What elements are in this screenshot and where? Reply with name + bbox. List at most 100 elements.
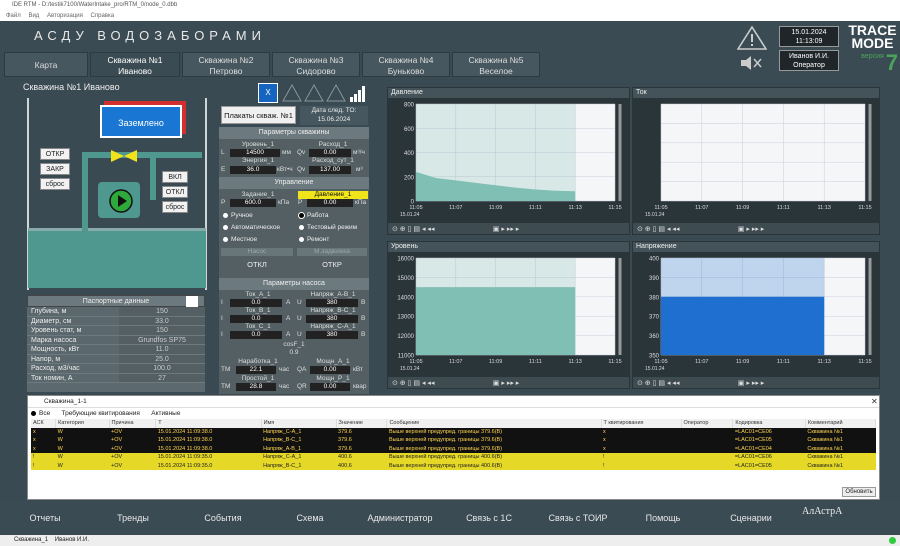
tab-well-2[interactable]: Скважина №2 Петрово <box>182 52 270 77</box>
column-header[interactable]: Значение <box>336 419 388 428</box>
column-header[interactable]: Сообщение <box>386 419 602 428</box>
x-tick-label: 11:07 <box>695 359 708 365</box>
print-icon[interactable] <box>186 296 198 307</box>
menu-auth[interactable]: Авторизация <box>47 13 83 19</box>
tab-well-3[interactable]: Скважина №3 Сидорово <box>272 52 360 77</box>
current-c-value: 0.0 <box>230 331 282 339</box>
column-header[interactable]: Т квитирования <box>601 419 682 428</box>
column-header[interactable]: Категория <box>55 419 110 428</box>
column-header[interactable]: Оператор <box>681 419 734 428</box>
x-button[interactable]: X <box>258 83 278 103</box>
warning-icon[interactable] <box>737 26 767 50</box>
mode-work-radio[interactable]: Работа <box>299 210 328 221</box>
chart-controls[interactable]: ⊙ ⊕ ▯ ▤ ◂ ◂◂ ▣ ▸ ▸▸ ▸ <box>388 225 629 235</box>
close-button[interactable]: ЗАКР <box>40 163 70 175</box>
user-display[interactable]: Иванов И.И. Оператор <box>779 50 839 71</box>
task-label: Задание_1 <box>241 191 275 198</box>
column-header[interactable]: АСК <box>31 419 57 428</box>
menu-view[interactable]: Вид <box>28 13 39 19</box>
chart-controls[interactable]: ⊙ ⊕ ▯ ▤ ◂ ◂◂ ▣ ▸ ▸▸ ▸ <box>633 379 879 389</box>
refresh-button[interactable]: Обновить <box>842 487 876 497</box>
alarm-row[interactable]: х W +OV 15.01.2024 11:09:38.0 Напряж_С-А_1 37… <box>31 427 876 436</box>
current-b-value: 0.0 <box>230 315 282 323</box>
nav-help[interactable]: Помощь <box>628 507 698 529</box>
nav-toir[interactable]: Связь с ТОИР <box>540 507 616 529</box>
alarm-cell <box>681 436 733 445</box>
nav-scheme[interactable]: Схема <box>274 507 346 529</box>
column-header[interactable]: Комментарий <box>805 419 877 428</box>
pasport-key: Мощность, кВт <box>27 345 119 354</box>
pasport-row: Напор, м 25.0 <box>27 354 205 364</box>
plot-background <box>661 104 865 201</box>
x-tick-label: 11:11 <box>777 205 790 211</box>
column-header[interactable]: Причина <box>109 419 157 428</box>
close-icon[interactable]: ✕ <box>871 397 878 406</box>
filter-ack-radio[interactable]: Требующие квитирования <box>54 410 140 417</box>
tab-well-4[interactable]: Скважина №4 Буньково <box>362 52 450 77</box>
alarm-row[interactable]: ! W +OV 15.01.2024 11:09:35.0 Напряж_В-С_1 40… <box>31 461 876 470</box>
power-active-prefix: QA <box>297 366 307 373</box>
voltage-ca-value: 380 <box>306 331 358 339</box>
tab-map[interactable]: Карта <box>4 52 88 77</box>
x-tick-label: 11:05 <box>409 205 422 211</box>
nav-events[interactable]: События <box>186 507 260 529</box>
alarm-row[interactable]: ! W +OV 15.01.2024 11:09:35.0 Напряж_С-А_1 40… <box>31 453 876 462</box>
nav-reports[interactable]: Отчеты <box>10 507 80 529</box>
column-header[interactable]: Кодировка <box>732 419 806 428</box>
nav-1c[interactable]: Связь с 1С <box>452 507 526 529</box>
open-button[interactable]: ОТКР <box>40 148 70 160</box>
valve-icon[interactable] <box>110 149 138 163</box>
alarm-cell: 379.6 <box>336 427 387 436</box>
pump-play-icon[interactable] <box>109 189 133 213</box>
valve-open-button[interactable]: ОТКР <box>297 257 367 273</box>
mode-test-radio[interactable]: Тестовый режим <box>299 222 357 233</box>
chart-controls[interactable]: ⊙ ⊕ ▯ ▤ ◂ ◂◂ ▣ ▸ ▸▸ ▸ <box>633 225 879 235</box>
column-header[interactable]: Имя <box>261 419 337 428</box>
mode-repair-radio[interactable]: Ремонт <box>299 234 329 245</box>
reset-valve-button[interactable]: сброс <box>40 178 70 190</box>
alarm-cell: =LAC01=CE04 <box>732 444 806 453</box>
filter-active-radio[interactable]: Активные <box>143 410 180 417</box>
idle-label: Простой_1 <box>241 375 275 382</box>
alarm-cell: W <box>55 444 109 453</box>
alarm-row[interactable]: х W +OV 15.01.2024 11:09:38.0 Напряж_А-В_1 37… <box>31 444 876 453</box>
y-tick-label: 600 <box>404 127 415 133</box>
filter-all-radio[interactable]: Все <box>31 410 50 417</box>
mode-manual-radio[interactable]: Ручное <box>223 210 253 221</box>
tab-well-1[interactable]: Скважина №1 Иваново <box>90 52 180 77</box>
mode-local-radio[interactable]: Местное <box>223 234 257 245</box>
alarm-row[interactable]: х W +OV 15.01.2024 11:09:38.0 Напряж_В-С_1 37… <box>31 436 876 445</box>
tab-well-5[interactable]: Скважина №5 Веселое <box>452 52 540 77</box>
plot-area[interactable]: 11:05 11:07 11:09 11:11 11:13 11:15 15.01.24 <box>633 98 879 223</box>
nav-trends[interactable]: Тренды <box>98 507 168 529</box>
menu-file[interactable]: Файл <box>6 13 21 19</box>
nav-scenarios[interactable]: Сценарии <box>716 507 786 529</box>
plot-area[interactable]: 16000150001400013000120001100011:05 11:07… <box>388 252 629 377</box>
nav-admin[interactable]: Администратор <box>362 507 438 529</box>
power-active-value: 0.00 <box>310 366 350 374</box>
menu-help[interactable]: Справка <box>91 13 115 19</box>
alarm-table: АСК Категория Причина Т Имя Значение Сообщение… <box>31 419 877 470</box>
mode-auto-radio[interactable]: Автоматическое <box>223 222 280 233</box>
energy-prefix: E <box>221 166 226 173</box>
task-value[interactable]: 600.0 <box>230 199 276 207</box>
y-tick-label: 12000 <box>397 334 414 340</box>
date-display: 15.01.2024 11:13:09 <box>779 26 839 47</box>
pump-off-button[interactable]: ОТКЛ <box>221 257 293 273</box>
plot-area[interactable]: 800600400200011:05 11:07 11:09 11:11 11:13 11… <box>388 98 629 223</box>
speaker-mute-icon[interactable] <box>738 54 764 72</box>
idle-value: 28.8 <box>236 383 276 391</box>
off-button[interactable]: ОТКЛ <box>162 186 188 198</box>
chart-voltage: Напряжение 400 390 380 370 360 350 11:05 11:07 1… <box>632 241 880 389</box>
on-button[interactable]: ВКЛ <box>162 171 188 183</box>
plot-area[interactable]: 40039038037036035011:05 11:07 11:09 11:11 11… <box>633 252 879 377</box>
pasport-value: Grundfos SP75 <box>119 335 205 344</box>
pasport-value: 25.0 <box>119 354 205 363</box>
next-to-date: 15.06.2024 <box>317 116 351 123</box>
column-header[interactable]: Т <box>155 419 262 428</box>
reset-pump-button[interactable]: сброс <box>162 201 188 213</box>
chart-controls[interactable]: ⊙ ⊕ ▯ ▤ ◂ ◂◂ ▣ ▸ ▸▸ ▸ <box>388 379 629 389</box>
tab-label: Карта <box>34 60 58 70</box>
plakaty-button[interactable]: Плакаты скваж. №1 <box>221 106 296 124</box>
alarm-cell: Скважина №1 <box>805 436 876 445</box>
